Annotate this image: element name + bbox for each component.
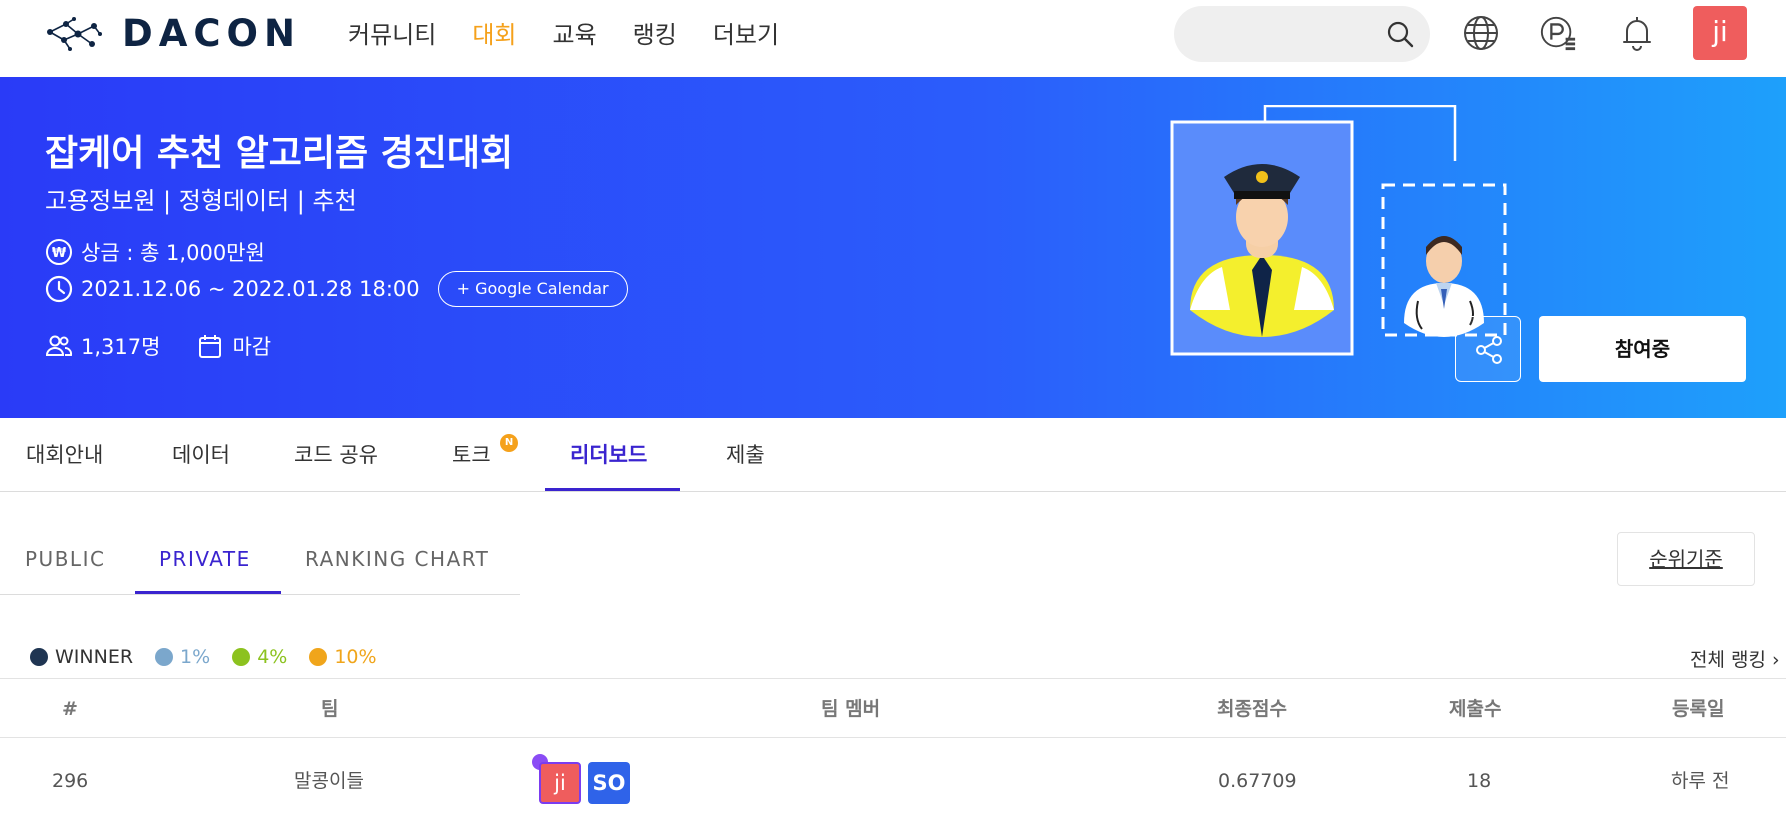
full-ranking-label: 전체 랭킹 (1690, 649, 1766, 671)
stats-row: 1,317명 마감 (45, 331, 271, 361)
main-menu: 커뮤니티 대회 교육 랭킹 더보기 (348, 18, 815, 52)
competition-banner: 잡케어 추천 알고리즘 경진대회 고용정보원 | 정형데이터 | 추천 ₩ 상금… (0, 77, 1786, 418)
table-row[interactable]: 296 말콩이들 ji SO 0.67709 18 하루 전 (0, 738, 1786, 818)
people-icon (45, 335, 73, 356)
svg-text:₩: ₩ (52, 246, 67, 261)
subtab-public[interactable]: PUBLIC (25, 526, 105, 592)
competition-title: 잡케어 추천 알고리즘 경진대회 (45, 133, 514, 174)
search-input[interactable] (1174, 6, 1430, 62)
subtab-ranking-chart[interactable]: RANKING CHART (305, 526, 489, 592)
col-registered: 등록일 (1672, 698, 1725, 720)
menu-item-more[interactable]: 더보기 (713, 18, 779, 52)
row-final-score: 0.67709 (1218, 770, 1297, 792)
col-rank: # (62, 698, 78, 720)
legend-top-1: 1% (155, 646, 210, 668)
point-icon[interactable] (1539, 14, 1577, 52)
legend-label: 4% (257, 646, 288, 668)
competition-subtitle: 고용정보원 | 정형데이터 | 추천 (45, 187, 357, 215)
tab-data[interactable]: 데이터 (172, 418, 230, 492)
tab-overview[interactable]: 대회안내 (26, 418, 103, 492)
dacon-logo[interactable]: DACON (44, 12, 301, 55)
share-button[interactable] (1455, 316, 1521, 382)
row-team[interactable]: 말콩이들 (294, 738, 364, 818)
won-icon: ₩ (46, 239, 72, 265)
full-ranking-link[interactable]: 전체 랭킹 › (1690, 645, 1780, 672)
rank-legend: WINNER 1% 4% 10% (30, 646, 399, 668)
new-badge: N (500, 434, 518, 452)
tab-active-indicator (545, 488, 680, 491)
legend-label: 10% (334, 646, 377, 668)
legend-label: 1% (180, 646, 211, 668)
row-registered: 하루 전 (1671, 770, 1730, 792)
legend-winner: WINNER (30, 646, 133, 668)
member-avatar[interactable]: ji (539, 762, 581, 804)
leaderboard-header: # 팀 팀 멤버 최종점수 제출수 등록일 (0, 678, 1786, 738)
period-text: 2021.12.06 ~ 2022.01.28 18:00 (81, 277, 420, 301)
subtab-private[interactable]: PRIVATE (159, 526, 251, 592)
col-members: 팀 멤버 (821, 698, 881, 720)
join-button[interactable]: 참여중 (1539, 316, 1746, 382)
legend-dot (309, 648, 328, 666)
row-submissions: 18 (1467, 770, 1492, 792)
menu-item-education[interactable]: 교육 (553, 18, 597, 52)
legend-top-4: 4% (232, 646, 287, 668)
globe-icon[interactable] (1462, 14, 1500, 52)
tab-leaderboard[interactable]: 리더보드 (570, 418, 647, 492)
bell-icon[interactable] (1618, 14, 1656, 52)
prize-row: ₩ 상금 : 총 1,000만원 (45, 237, 265, 267)
period-row: 2021.12.06 ~ 2022.01.28 18:00 + Google C… (45, 271, 628, 307)
share-icon (1476, 336, 1502, 364)
legend-dot (30, 648, 48, 666)
tab-code-share[interactable]: 코드 공유 (294, 418, 378, 492)
competition-status: 마감 (232, 335, 272, 359)
col-submissions: 제출수 (1449, 698, 1502, 720)
google-calendar-button[interactable]: + Google Calendar (437, 271, 628, 307)
top-nav: DACON 커뮤니티 대회 교육 랭킹 더보기 ji (0, 0, 1786, 77)
rank-basis-button[interactable]: 순위기준 (1617, 532, 1755, 586)
col-team: 팀 (321, 698, 339, 720)
row-rank: 296 (52, 770, 89, 792)
user-avatar[interactable]: ji (1693, 6, 1747, 60)
search-icon[interactable] (1386, 20, 1414, 48)
menu-item-ranking[interactable]: 랭킹 (633, 18, 677, 52)
competition-tabs: 대회안내 데이터 코드 공유 토크 N 리더보드 제출 (0, 418, 1786, 492)
legend-dot (232, 648, 251, 666)
menu-item-community[interactable]: 커뮤니티 (348, 18, 436, 52)
col-final-score: 최종점수 (1217, 698, 1287, 720)
menu-item-competition[interactable]: 대회 (472, 18, 516, 52)
prize-text: 상금 : 총 1,000만원 (81, 241, 265, 265)
tab-submit[interactable]: 제출 (726, 418, 765, 492)
calendar-icon (199, 335, 222, 358)
chevron-right-icon: › (1772, 649, 1780, 671)
member-avatar[interactable]: SO (588, 762, 630, 804)
subtab-active-indicator (135, 591, 281, 594)
clock-icon (45, 275, 73, 303)
network-logo-icon (47, 17, 102, 51)
legend-dot (155, 648, 174, 666)
tab-talk[interactable]: 토크 (452, 418, 491, 492)
legend-label: WINNER (55, 646, 134, 668)
participants-count: 1,317명 (81, 335, 161, 359)
leaderboard-subtabs: PUBLIC PRIVATE RANKING CHART (0, 526, 520, 595)
logo-text: DACON (122, 12, 301, 55)
legend-top-10: 10% (309, 646, 377, 668)
